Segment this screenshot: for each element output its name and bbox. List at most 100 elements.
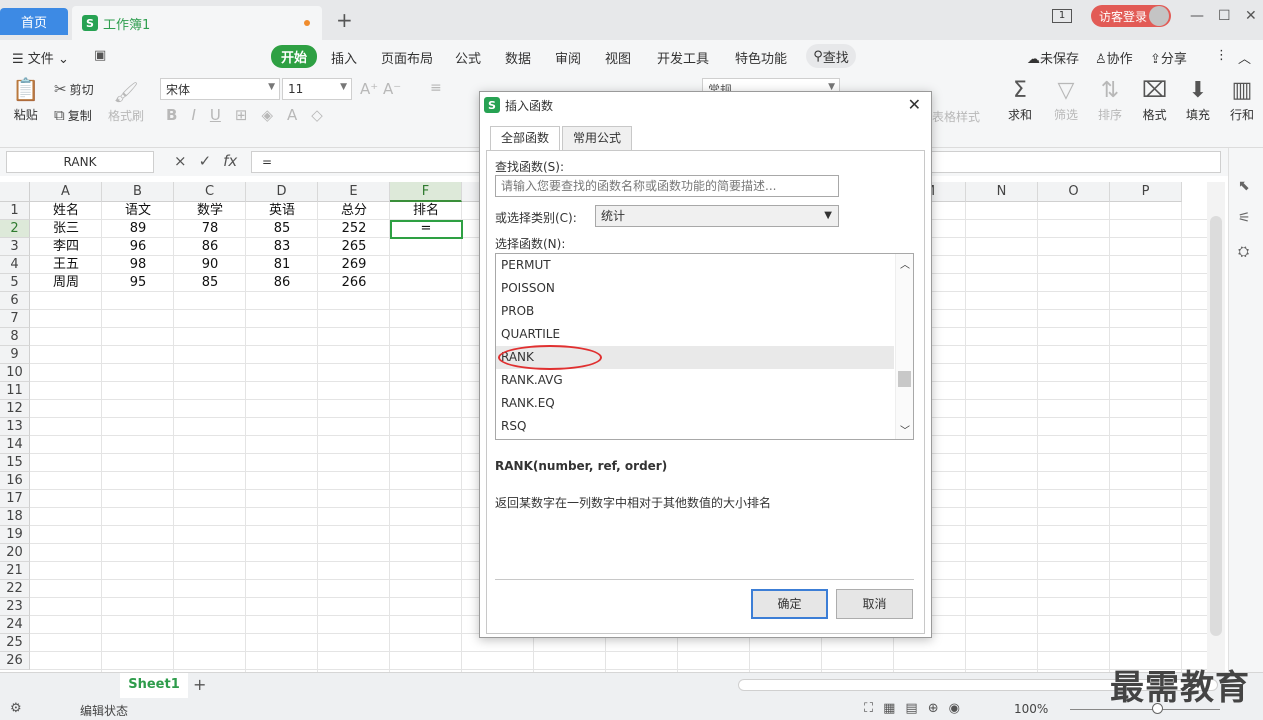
chevron-down-icon[interactable]: ﹀ — [900, 422, 910, 437]
column-header[interactable]: O — [1038, 182, 1110, 202]
cell[interactable]: 265 — [318, 238, 390, 256]
tab-all-functions[interactable]: 全部函数 — [490, 126, 561, 151]
file-menu[interactable]: ☰ 文件 ⌄ — [12, 48, 69, 67]
cell[interactable]: 姓名 — [30, 202, 102, 220]
menu-page-layout[interactable]: 页面布局 — [381, 48, 433, 67]
menu-review[interactable]: 审阅 — [555, 48, 581, 67]
new-tab-button[interactable]: + — [336, 8, 353, 32]
vertical-scrollbar[interactable] — [1207, 182, 1225, 672]
close-icon[interactable]: ✕ — [908, 95, 921, 114]
share-button[interactable]: ⇪分享 — [1150, 48, 1187, 67]
cell[interactable]: 总分 — [318, 202, 390, 220]
list-scroll-thumb[interactable] — [898, 371, 911, 387]
row-header[interactable]: 23 — [0, 598, 30, 616]
column-header[interactable]: A — [30, 182, 102, 202]
column-header[interactable]: F — [390, 182, 462, 202]
collapse-ribbon-icon[interactable]: ︿ — [1238, 48, 1251, 67]
row-header[interactable]: 6 — [0, 292, 30, 310]
settings-icon[interactable]: ⛭ — [1238, 244, 1249, 260]
row-header[interactable]: 24 — [0, 616, 30, 634]
tab-home[interactable]: 首页 — [0, 8, 68, 35]
font-name-select[interactable]: 宋体 ▼ — [160, 78, 280, 100]
menu-special[interactable]: 特色功能 — [735, 48, 787, 67]
confirm-icon[interactable]: ✓ — [199, 152, 212, 170]
column-header[interactable]: B — [102, 182, 174, 202]
function-list-item[interactable]: PERMUT — [496, 254, 894, 277]
menu-data[interactable]: 数据 — [505, 48, 531, 67]
font-grow-icon[interactable]: A⁺ A⁻ — [360, 80, 401, 98]
eye-icon[interactable]: ◉ — [949, 701, 960, 716]
menu-developer[interactable]: 开发工具 — [657, 48, 709, 67]
zoom-level[interactable]: 100% — [1014, 702, 1048, 716]
cell[interactable]: 86 — [174, 238, 246, 256]
cell[interactable]: 81 — [246, 256, 318, 274]
function-list-item[interactable]: RSQ — [496, 415, 894, 438]
cell[interactable]: 86 — [246, 274, 318, 292]
column-header[interactable]: N — [966, 182, 1038, 202]
unsaved-button[interactable]: ☁未保存 — [1027, 48, 1079, 67]
column-header[interactable]: E — [318, 182, 390, 202]
cell[interactable]: 王五 — [30, 256, 102, 274]
maximize-button[interactable]: ☐ — [1218, 8, 1231, 24]
menu-home[interactable]: 开始 — [271, 45, 318, 68]
cursor-icon[interactable]: ⬉ — [1238, 178, 1250, 194]
row-header[interactable]: 5 — [0, 274, 30, 292]
row-header[interactable]: 16 — [0, 472, 30, 490]
cancel-icon[interactable]: × — [174, 152, 187, 170]
function-list-item[interactable]: RANK.EQ — [496, 392, 894, 415]
row-header[interactable]: 12 — [0, 400, 30, 418]
cell[interactable]: 266 — [318, 274, 390, 292]
row-header[interactable]: 1 — [0, 202, 30, 220]
select-all-corner[interactable] — [0, 182, 30, 202]
menu-formula[interactable]: 公式 — [455, 48, 481, 67]
cell[interactable]: 95 — [102, 274, 174, 292]
ok-button[interactable]: 确定 — [751, 589, 828, 619]
function-list-item[interactable]: QUARTILE — [496, 323, 894, 346]
row-header[interactable]: 25 — [0, 634, 30, 652]
cell[interactable]: 78 — [174, 220, 246, 238]
sliders-icon[interactable]: ⚟ — [1238, 210, 1251, 226]
row-header[interactable]: 20 — [0, 544, 30, 562]
cell[interactable]: 83 — [246, 238, 318, 256]
minimize-button[interactable]: — — [1190, 8, 1204, 24]
page-break-icon[interactable]: ⊕ — [928, 701, 939, 716]
cell[interactable]: 96 — [102, 238, 174, 256]
cell[interactable]: 语文 — [102, 202, 174, 220]
cell[interactable]: 89 — [102, 220, 174, 238]
normal-view-icon[interactable]: ▦ — [883, 701, 895, 716]
font-size-select[interactable]: 11 ▼ — [282, 78, 352, 100]
row-header[interactable]: 26 — [0, 652, 30, 670]
cell[interactable]: 90 — [174, 256, 246, 274]
cancel-button[interactable]: 取消 — [836, 589, 913, 619]
search-button[interactable]: ⚲ 查找 — [806, 44, 856, 68]
column-header[interactable]: D — [246, 182, 318, 202]
scroll-thumb[interactable] — [1210, 216, 1222, 636]
filter-button[interactable]: ▽ 筛选 — [1054, 78, 1078, 123]
cell[interactable]: 周周 — [30, 274, 102, 292]
fill-color-icon[interactable]: ◈ — [261, 106, 273, 124]
cell[interactable]: 269 — [318, 256, 390, 274]
row-header[interactable]: 11 — [0, 382, 30, 400]
sort-button[interactable]: ⇅ 排序 — [1098, 78, 1122, 123]
paste-button[interactable]: 📋 粘贴 — [12, 78, 39, 123]
menu-view[interactable]: 视图 — [605, 48, 631, 67]
page-view-icon[interactable]: ▤ — [905, 701, 917, 716]
cell[interactable]: 张三 — [30, 220, 102, 238]
cell[interactable]: 李四 — [30, 238, 102, 256]
row-header[interactable]: 18 — [0, 508, 30, 526]
more-icon[interactable]: ⋮ — [1215, 48, 1228, 63]
tab-common-formulas[interactable]: 常用公式 — [562, 126, 633, 151]
close-window-button[interactable]: ✕ — [1245, 8, 1257, 24]
row-header[interactable]: 21 — [0, 562, 30, 580]
bold-icon[interactable]: B — [166, 106, 177, 124]
italic-icon[interactable]: I — [191, 106, 195, 124]
search-function-input[interactable]: 请输入您要查找的函数名称或函数功能的简要描述... — [495, 175, 839, 197]
cell[interactable]: 252 — [318, 220, 390, 238]
visitor-login-button[interactable]: 访客登录 — [1091, 5, 1171, 27]
collab-button[interactable]: ♙协作 — [1095, 48, 1133, 67]
cell[interactable]: 98 — [102, 256, 174, 274]
row-header[interactable]: 9 — [0, 346, 30, 364]
underline-icon[interactable]: U — [210, 106, 221, 124]
row-col-button[interactable]: ▥ 行和 — [1230, 78, 1254, 123]
list-scrollbar[interactable]: ︿ ﹀ — [895, 254, 913, 439]
